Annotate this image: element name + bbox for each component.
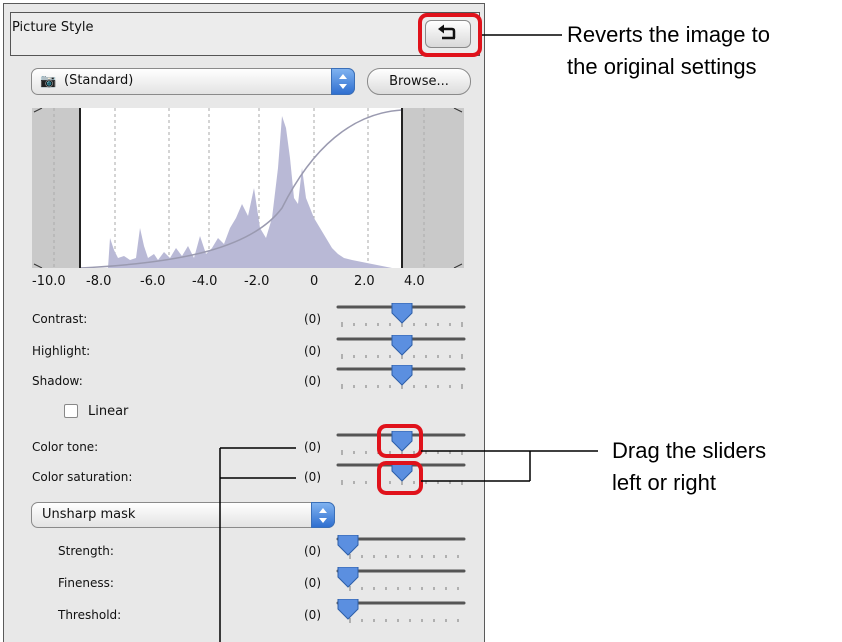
revert-annotation-line2: the original settings [567, 54, 757, 79]
revert-annotation-line1: Reverts the image to [567, 22, 770, 47]
callout-lines [219, 34, 598, 642]
drag-annotation-line2: left or right [612, 470, 716, 495]
drag-annotation-line1: Drag the sliders [612, 438, 767, 463]
